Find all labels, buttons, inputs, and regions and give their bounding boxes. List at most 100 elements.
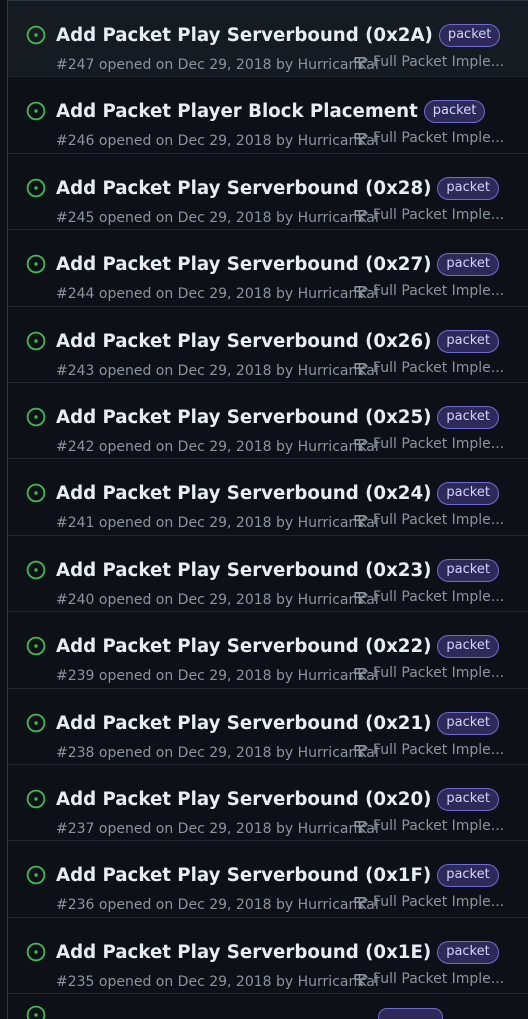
issue-list: Add Packet Play Serverbound (0x2A) packet… xyxy=(7,0,528,1019)
packet-label[interactable]: packet xyxy=(437,329,499,353)
issue-title-link[interactable]: Add Packet Play Serverbound (0x27) xyxy=(56,254,431,275)
issue-title-line: Add Packet Play Serverbound (0x27) packet xyxy=(56,253,499,277)
issue-title-line: Add Packet Play Serverbound (0x20) packet xyxy=(56,787,499,811)
issue-title-line: Add Packet Play Serverbound (0x24) packet xyxy=(56,482,499,506)
issue-row[interactable]: Add Packet Play Serverbound (0x23) packet… xyxy=(8,535,528,613)
milestone-link[interactable]: Full Packet Imple... xyxy=(353,54,504,70)
packet-label[interactable]: packet xyxy=(437,405,499,429)
issue-meta: #243 opened on Dec 29, 2018 by HurricanK… xyxy=(56,362,379,379)
packet-label[interactable]: packet xyxy=(437,558,499,582)
issue-meta: #246 opened on Dec 29, 2018 by HurricanK… xyxy=(56,133,379,150)
issue-title-link[interactable]: Add Packet Play Serverbound (0x23) xyxy=(56,560,431,581)
milestone-text: Full Packet Imple... xyxy=(373,970,505,987)
issue-title-line: Add Packet Play Serverbound (0x1F) packet xyxy=(56,864,499,888)
issue-meta: #244 opened on Dec 29, 2018 by HurricanK… xyxy=(56,286,379,303)
issue-title-link[interactable]: Add Packet Play Serverbound (0x1F) xyxy=(56,865,431,886)
issue-row[interactable]: Add Packet Play Serverbound (0x22) packet… xyxy=(8,612,528,689)
milestone-icon xyxy=(354,973,368,986)
open-issue-icon xyxy=(26,102,46,121)
milestone-text: Full Packet Imple... xyxy=(373,512,505,529)
milestone-link[interactable]: Full Packet Imple... xyxy=(353,818,504,834)
milestone-text: Full Packet Imple... xyxy=(373,54,505,70)
open-issue-icon xyxy=(26,942,46,961)
issue-meta: #240 opened on Dec 29, 2018 by HurricanK… xyxy=(56,591,379,608)
issue-title-line: Add Packet Play Serverbound (0x2A) packet xyxy=(56,24,501,47)
milestone-icon xyxy=(354,57,368,69)
issue-title-line: Add Packet Play Serverbound (0x22) packet xyxy=(56,635,499,659)
packet-label[interactable]: packet xyxy=(437,176,499,200)
milestone-text: Full Packet Imple... xyxy=(373,894,505,911)
issue-title-link[interactable]: Add Packet Play Serverbound (0x28) xyxy=(56,178,431,199)
issue-title-link[interactable]: Add Packet Player Block Placement xyxy=(56,101,418,122)
issue-row[interactable]: Add Packet Play Serverbound (0x20) packet… xyxy=(8,764,528,842)
issue-title-line: Add Packet Play Serverbound (0x21) packet xyxy=(56,711,499,735)
issue-meta: #247 opened on Dec 29, 2018 by HurricanK… xyxy=(56,57,379,73)
issue-title-link[interactable]: Add Packet Play Serverbound (0x20) xyxy=(56,789,431,810)
issue-meta: #239 opened on Dec 29, 2018 by HurricanK… xyxy=(56,668,379,685)
packet-label[interactable]: packet xyxy=(437,253,499,277)
open-issue-icon xyxy=(26,25,46,45)
issue-title-link[interactable]: Add Packet Play Serverbound (0x24) xyxy=(56,483,431,504)
issue-title-line: Add Packet Player Block Placement packet xyxy=(56,100,486,124)
milestone-link[interactable]: Full Packet Imple... xyxy=(353,512,504,528)
issue-row[interactable]: Add Packet Player Block Placement packet … xyxy=(8,77,528,154)
milestone-link[interactable]: Full Packet Imple... xyxy=(353,971,504,987)
packet-label[interactable]: packet xyxy=(437,711,499,735)
packet-label[interactable]: packet xyxy=(437,482,499,506)
milestone-text: Full Packet Imple... xyxy=(373,665,505,682)
issue-title-line: Add Packet Play Serverbound (0x1E) packet xyxy=(56,940,499,964)
issue-meta: #245 opened on Dec 29, 2018 by HurricanK… xyxy=(56,209,379,226)
milestone-text: Full Packet Imple... xyxy=(373,130,505,147)
issue-title-link[interactable]: Add Packet Play Serverbound (0x25) xyxy=(56,407,431,428)
issue-meta: #236 opened on Dec 29, 2018 by HurricanK… xyxy=(56,897,379,914)
milestone-icon xyxy=(354,591,368,604)
issue-row[interactable]: Add Packet Play Serverbound (0x25) packet… xyxy=(8,382,528,460)
milestone-link[interactable]: Full Packet Imple... xyxy=(353,589,504,605)
milestone-icon xyxy=(354,286,368,298)
milestone-link[interactable]: Full Packet Imple... xyxy=(353,894,504,910)
issue-row[interactable]: Add Packet Play Serverbound (0x1E) packet… xyxy=(8,917,528,995)
packet-label[interactable]: packet xyxy=(437,940,499,964)
issue-row[interactable]: Add Packet Play Serverbound (0x27) packet… xyxy=(8,230,528,307)
issue-title-link[interactable]: Add Packet Play Serverbound (0x22) xyxy=(56,636,431,657)
milestone-link[interactable]: Full Packet Imple... xyxy=(353,130,504,146)
issue-title-link[interactable]: Add Packet Play Serverbound (0x21) xyxy=(56,713,431,734)
next-issue-row-peek[interactable] xyxy=(8,1001,528,1019)
issue-row[interactable]: Add Packet Play Serverbound (0x24) packet… xyxy=(8,459,528,536)
packet-label[interactable]: packet xyxy=(423,100,486,124)
packet-label[interactable]: packet xyxy=(438,24,501,47)
milestone-link[interactable]: Full Packet Imple... xyxy=(353,436,504,452)
issue-row[interactable]: Add Packet Play Serverbound (0x2A) packet… xyxy=(8,1,528,78)
open-issue-icon xyxy=(26,636,46,656)
packet-label-peek xyxy=(378,1008,443,1019)
issue-row[interactable]: Add Packet Play Serverbound (0x1F) packet… xyxy=(8,841,528,918)
issue-title-line: Add Packet Play Serverbound (0x28) packet xyxy=(56,176,499,200)
issue-title-line: Add Packet Play Serverbound (0x25) packet xyxy=(56,405,499,429)
milestone-link[interactable]: Full Packet Imple... xyxy=(353,360,504,376)
issue-meta: #235 opened on Dec 29, 2018 by HurricanK… xyxy=(56,973,379,990)
milestone-text: Full Packet Imple... xyxy=(373,817,505,834)
milestone-text: Full Packet Imple... xyxy=(373,741,505,758)
issue-title-link[interactable]: Add Packet Play Serverbound (0x2A) xyxy=(56,25,433,46)
milestone-link[interactable]: Full Packet Imple... xyxy=(353,207,504,223)
open-issue-icon xyxy=(26,560,46,580)
open-issue-icon xyxy=(26,178,46,198)
packet-label[interactable]: packet xyxy=(437,864,499,888)
milestone-icon xyxy=(354,897,368,909)
packet-label[interactable]: packet xyxy=(437,787,499,811)
issue-title-link[interactable]: Add Packet Play Serverbound (0x26) xyxy=(56,331,431,352)
milestone-icon xyxy=(354,515,368,528)
milestone-icon xyxy=(354,744,368,757)
packet-label[interactable]: packet xyxy=(437,635,499,659)
issue-row[interactable]: Add Packet Play Serverbound (0x26) packet… xyxy=(8,306,528,383)
milestone-text: Full Packet Imple... xyxy=(373,588,505,605)
milestone-link[interactable]: Full Packet Imple... xyxy=(353,665,504,681)
milestone-icon xyxy=(354,209,368,222)
milestone-link[interactable]: Full Packet Imple... xyxy=(353,283,504,299)
issue-title-link[interactable]: Add Packet Play Serverbound (0x1E) xyxy=(56,942,431,963)
issue-row[interactable]: Add Packet Play Serverbound (0x21) packet… xyxy=(8,688,528,765)
milestone-link[interactable]: Full Packet Imple... xyxy=(353,742,504,758)
issue-row[interactable]: Add Packet Play Serverbound (0x28) packet… xyxy=(8,153,528,231)
issue-meta: #242 opened on Dec 29, 2018 by HurricanK… xyxy=(56,438,379,455)
issue-meta: #241 opened on Dec 29, 2018 by HurricanK… xyxy=(56,515,379,532)
